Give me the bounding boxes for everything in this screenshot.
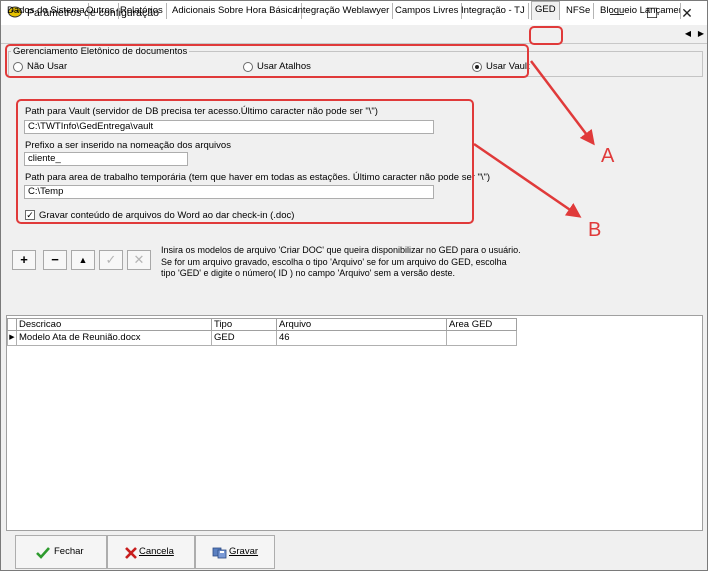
arrow-b-line (473, 142, 582, 218)
callout-b: B (588, 219, 602, 241)
callout-a: A (601, 145, 615, 167)
arrow-a-line (530, 60, 595, 146)
config-window: Parâmetros de configuração — ☐ ✕ Dados d… (0, 0, 708, 571)
annotation-arrows (473, 60, 595, 218)
